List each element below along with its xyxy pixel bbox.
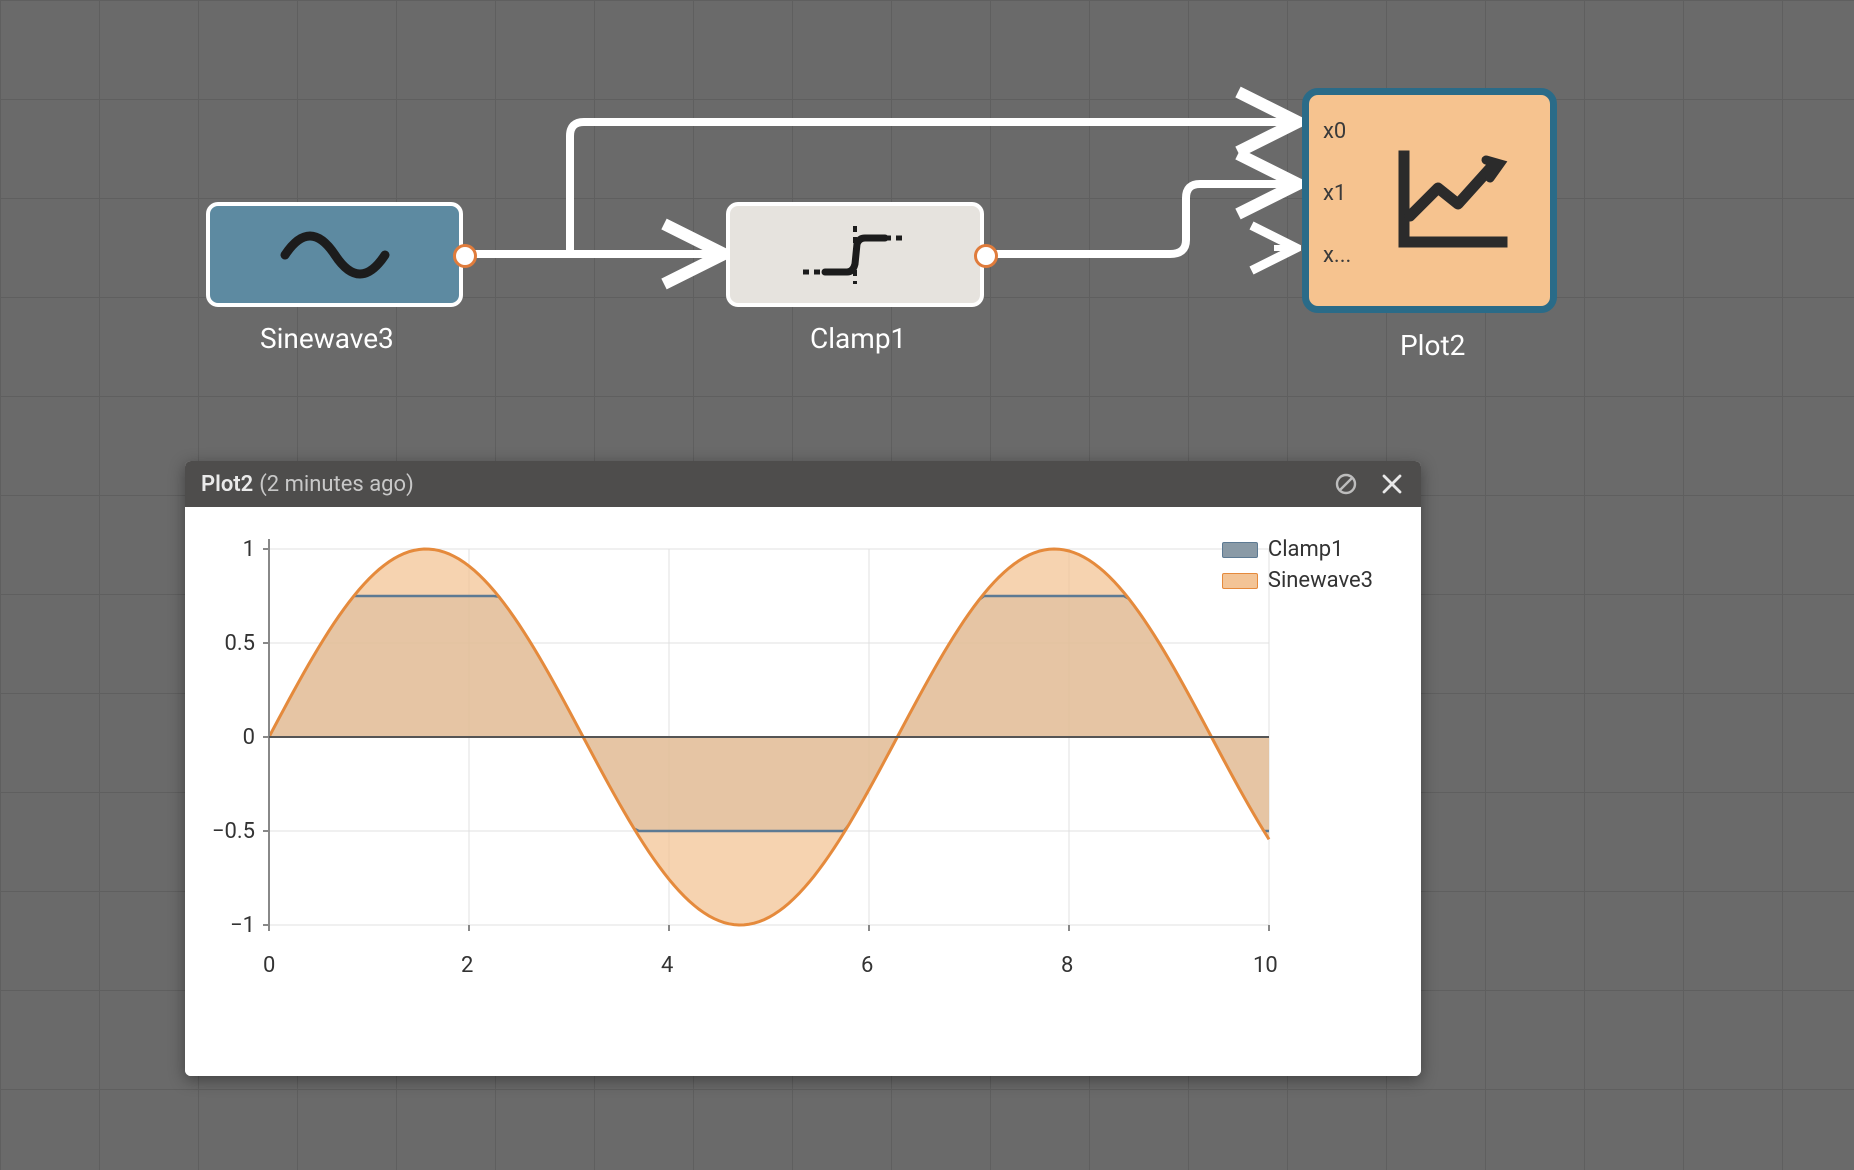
y-tick-1: 1 bbox=[243, 537, 255, 562]
y-tick-n05: −0.5 bbox=[212, 819, 255, 844]
port-label-x0: x0 bbox=[1323, 119, 1346, 144]
legend-row-clamp: Clamp1 bbox=[1222, 537, 1373, 562]
disable-icon[interactable] bbox=[1333, 471, 1359, 497]
sinewave-icon bbox=[275, 225, 395, 285]
port-label-x1: x1 bbox=[1323, 181, 1346, 206]
node-sinewave[interactable] bbox=[206, 202, 463, 307]
legend-swatch-clamp bbox=[1222, 542, 1258, 558]
legend-label-clamp: Clamp1 bbox=[1268, 537, 1344, 562]
y-tick-n1: −1 bbox=[230, 913, 255, 938]
plot-legend: Clamp1 Sinewave3 bbox=[1222, 537, 1373, 599]
legend-swatch-sinewave bbox=[1222, 573, 1258, 589]
x-tick-0: 0 bbox=[263, 953, 275, 978]
panel-title: Plot2 bbox=[201, 472, 253, 497]
legend-label-sinewave: Sinewave3 bbox=[1268, 568, 1373, 593]
y-tick-0: 0 bbox=[243, 725, 255, 750]
x-tick-2: 2 bbox=[461, 953, 473, 978]
node-label-sinewave: Sinewave3 bbox=[260, 322, 394, 355]
node-label-plot: Plot2 bbox=[1400, 329, 1465, 362]
port-out-sinewave[interactable] bbox=[453, 244, 477, 268]
plot-panel[interactable]: Plot2 (2 minutes ago) Clamp1 Sinewave3 1… bbox=[185, 461, 1421, 1076]
node-label-clamp: Clamp1 bbox=[810, 322, 906, 355]
node-plot[interactable]: x0 x1 x... bbox=[1302, 88, 1557, 313]
port-out-clamp[interactable] bbox=[974, 244, 998, 268]
x-tick-4: 4 bbox=[661, 953, 673, 978]
x-tick-8: 8 bbox=[1061, 953, 1073, 978]
y-tick-05: 0.5 bbox=[224, 631, 255, 656]
panel-timestamp: (2 minutes ago) bbox=[259, 472, 413, 497]
node-clamp[interactable] bbox=[726, 202, 984, 307]
clamp-icon bbox=[795, 220, 915, 290]
port-label-xrest: x... bbox=[1323, 243, 1351, 268]
close-icon[interactable] bbox=[1379, 471, 1405, 497]
x-tick-6: 6 bbox=[861, 953, 873, 978]
plot-panel-body: Clamp1 Sinewave3 1 0.5 0 −0.5 −1 0 2 4 6… bbox=[185, 507, 1421, 1076]
chart-icon bbox=[1390, 146, 1510, 256]
plot-panel-header[interactable]: Plot2 (2 minutes ago) bbox=[185, 461, 1421, 507]
x-tick-10: 10 bbox=[1253, 953, 1278, 978]
legend-row-sinewave: Sinewave3 bbox=[1222, 568, 1373, 593]
